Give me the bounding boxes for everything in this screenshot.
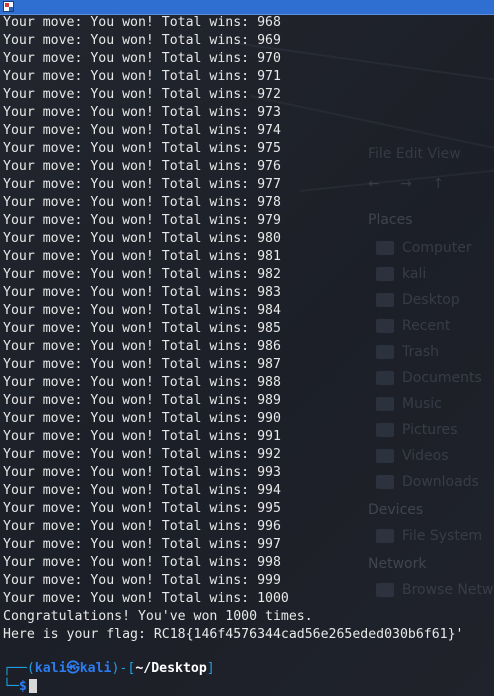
- terminal-line: Your move: You won! Total wins: 990: [3, 411, 281, 426]
- terminal-line: Your move: You won! Total wins: 971: [3, 69, 281, 84]
- terminal-line: Your move: You won! Total wins: 986: [3, 339, 281, 354]
- terminal-line: Your move: You won! Total wins: 974: [3, 123, 281, 138]
- terminal-line: Your move: You won! Total wins: 982: [3, 267, 281, 282]
- terminal-line: Your move: You won! Total wins: 981: [3, 249, 281, 264]
- terminal-line: Your move: You won! Total wins: 996: [3, 519, 281, 534]
- prompt-user-host: kali㉿kali: [34, 661, 112, 676]
- terminal-output[interactable]: Your move: You won! Total wins: 968 Your …: [0, 14, 494, 696]
- terminal-line: Your move: You won! Total wins: 976: [3, 159, 281, 174]
- terminal-line: Your move: You won! Total wins: 999: [3, 573, 281, 588]
- prompt-frame: └─: [3, 679, 19, 694]
- prompt-line-bottom[interactable]: └─$: [3, 678, 37, 696]
- prompt-frame: ]: [206, 661, 215, 676]
- terminal-line: Your move: You won! Total wins: 977: [3, 177, 281, 192]
- terminal-line: Your move: You won! Total wins: 1000: [3, 591, 289, 606]
- terminal-line: Your move: You won! Total wins: 995: [3, 501, 281, 516]
- prompt-frame: ┌──(: [3, 661, 35, 676]
- terminal-line: Your move: You won! Total wins: 984: [3, 303, 281, 318]
- terminal-line: Here is your flag: RC18{146f4576344cad56…: [3, 627, 464, 642]
- terminal-line: Your move: You won! Total wins: 968: [3, 15, 281, 30]
- terminal-line: Your move: You won! Total wins: 979: [3, 213, 281, 228]
- text-cursor: [28, 679, 37, 693]
- terminal-line: Your move: You won! Total wins: 969: [3, 33, 281, 48]
- terminal-line: Your move: You won! Total wins: 983: [3, 285, 281, 300]
- terminal-line: Congratulations! You've won 1000 times.: [3, 609, 313, 624]
- terminal-line: Your move: You won! Total wins: 978: [3, 195, 281, 210]
- desktop-screen: File Edit View ← → ↑ Places Computer kal…: [0, 0, 494, 696]
- terminal-line: Your move: You won! Total wins: 972: [3, 87, 281, 102]
- prompt-dollar: $: [18, 679, 27, 694]
- terminal-line: Your move: You won! Total wins: 997: [3, 537, 281, 552]
- terminal-line: Your move: You won! Total wins: 980: [3, 231, 281, 246]
- terminal-line: Your move: You won! Total wins: 985: [3, 321, 281, 336]
- window-top-bar: [0, 0, 494, 15]
- terminal-line: Your move: You won! Total wins: 998: [3, 555, 281, 570]
- prompt-path: ~/Desktop: [135, 661, 207, 676]
- terminal-line: Your move: You won! Total wins: 991: [3, 429, 281, 444]
- terminal-line: Your move: You won! Total wins: 975: [3, 141, 281, 156]
- terminal-line: Your move: You won! Total wins: 987: [3, 357, 281, 372]
- prompt-frame: )-[: [111, 661, 136, 676]
- terminal-line: Your move: You won! Total wins: 992: [3, 447, 281, 462]
- terminal-line: Your move: You won! Total wins: 970: [3, 51, 281, 66]
- terminal-line: Your move: You won! Total wins: 973: [3, 105, 281, 120]
- terminal-line: Your move: You won! Total wins: 989: [3, 393, 281, 408]
- terminal-line: Your move: You won! Total wins: 988: [3, 375, 281, 390]
- prompt-line-top: ┌──(kali㉿kali)-[~/Desktop]: [3, 660, 215, 678]
- terminal-line: Your move: You won! Total wins: 994: [3, 483, 281, 498]
- terminal-app-icon[interactable]: [3, 1, 14, 12]
- terminal-line: Your move: You won! Total wins: 993: [3, 465, 281, 480]
